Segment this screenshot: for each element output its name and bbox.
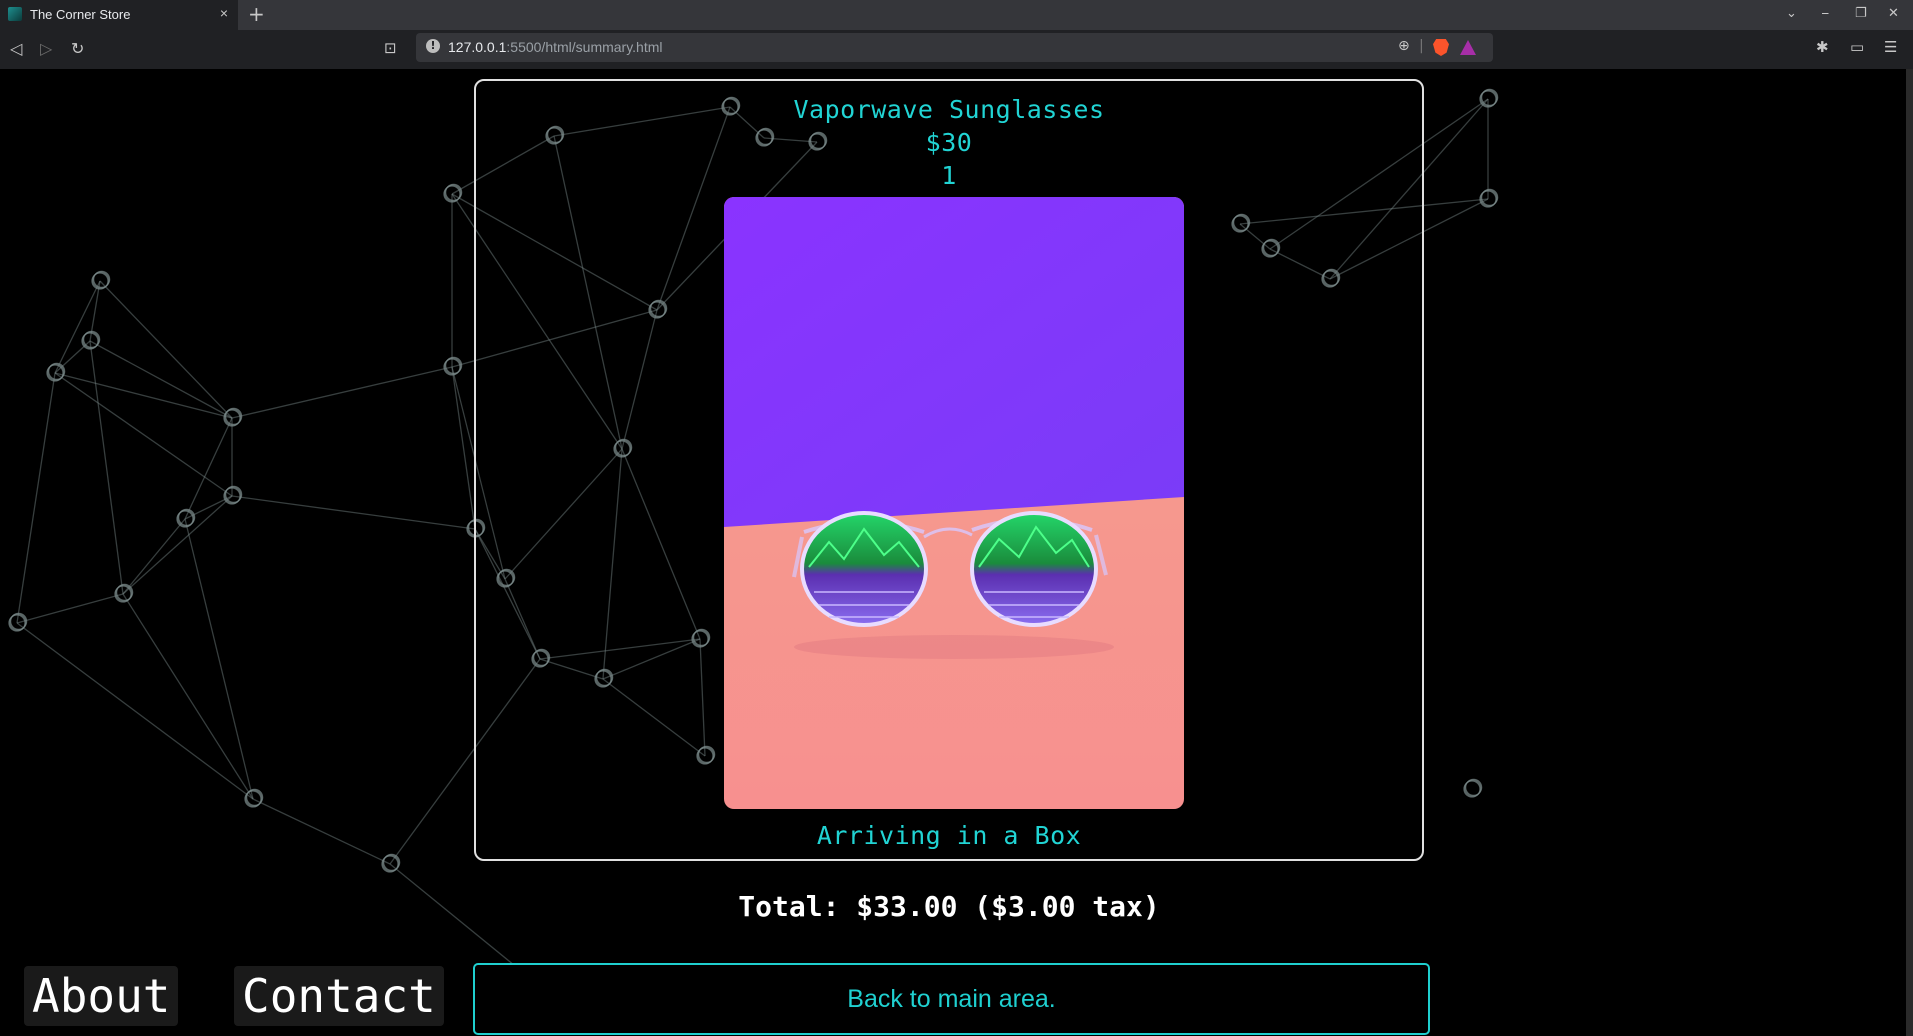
- favicon-icon: [8, 7, 22, 21]
- reload-icon[interactable]: ↻: [71, 39, 84, 58]
- zoom-icon[interactable]: ⊕: [1398, 38, 1410, 54]
- new-tab-button[interactable]: +: [248, 2, 265, 26]
- minimize-icon[interactable]: ⎯: [1822, 6, 1829, 21]
- menu-icon[interactable]: ☰: [1884, 38, 1897, 56]
- shipping-method: Arriving in a Box: [816, 821, 1082, 850]
- wallet-icon[interactable]: ▭: [1850, 38, 1864, 56]
- product-quantity: 1: [941, 161, 957, 190]
- extensions-icon[interactable]: ✱: [1816, 38, 1829, 56]
- restore-icon[interactable]: ❐: [1855, 6, 1867, 21]
- back-to-main-button[interactable]: Back to main area.: [473, 963, 1430, 1035]
- product-price: $30: [925, 128, 973, 157]
- tab-title: The Corner Store: [30, 7, 131, 22]
- product-image: [724, 197, 1184, 809]
- browser-toolbar: ◁ ▷ ↻ ⊡ ! 127.0.0.1:5500/html/summary.ht…: [0, 30, 1913, 69]
- close-tab-icon[interactable]: ×: [220, 5, 228, 21]
- page-viewport: Vaporwave Sunglasses $30 1 Arriving in a…: [0, 69, 1906, 1036]
- sunglasses-image: [724, 197, 1184, 809]
- brave-shields-icon[interactable]: [1433, 39, 1449, 56]
- forward-arrow-icon[interactable]: ▷: [40, 39, 52, 58]
- tab-search-icon[interactable]: ⌄: [1786, 6, 1797, 21]
- back-arrow-icon[interactable]: ◁: [10, 39, 22, 58]
- contact-link[interactable]: Contact: [234, 966, 444, 1026]
- window-close-icon[interactable]: ✕: [1888, 6, 1899, 21]
- site-info-icon[interactable]: !: [426, 39, 440, 53]
- about-link[interactable]: About: [24, 966, 179, 1026]
- browser-tabbar: The Corner Store × + ⌄ ⎯ ❐ ✕: [0, 0, 1913, 30]
- order-summary-card: Vaporwave Sunglasses $30 1 Arriving in a…: [474, 79, 1424, 861]
- url-text[interactable]: 127.0.0.1:5500/html/summary.html: [448, 39, 663, 55]
- scrollbar[interactable]: [1906, 69, 1913, 1036]
- omnibox-divider: |: [1419, 38, 1424, 54]
- browser-tab[interactable]: The Corner Store ×: [0, 0, 238, 30]
- brave-rewards-icon[interactable]: [1460, 40, 1476, 55]
- address-bar[interactable]: ! 127.0.0.1:5500/html/summary.html ⊕ |: [416, 33, 1493, 62]
- product-name: Vaporwave Sunglasses: [793, 95, 1105, 124]
- bookmark-icon[interactable]: ⊡: [384, 39, 397, 57]
- order-total: Total: $33.00 ($3.00 tax): [738, 890, 1160, 923]
